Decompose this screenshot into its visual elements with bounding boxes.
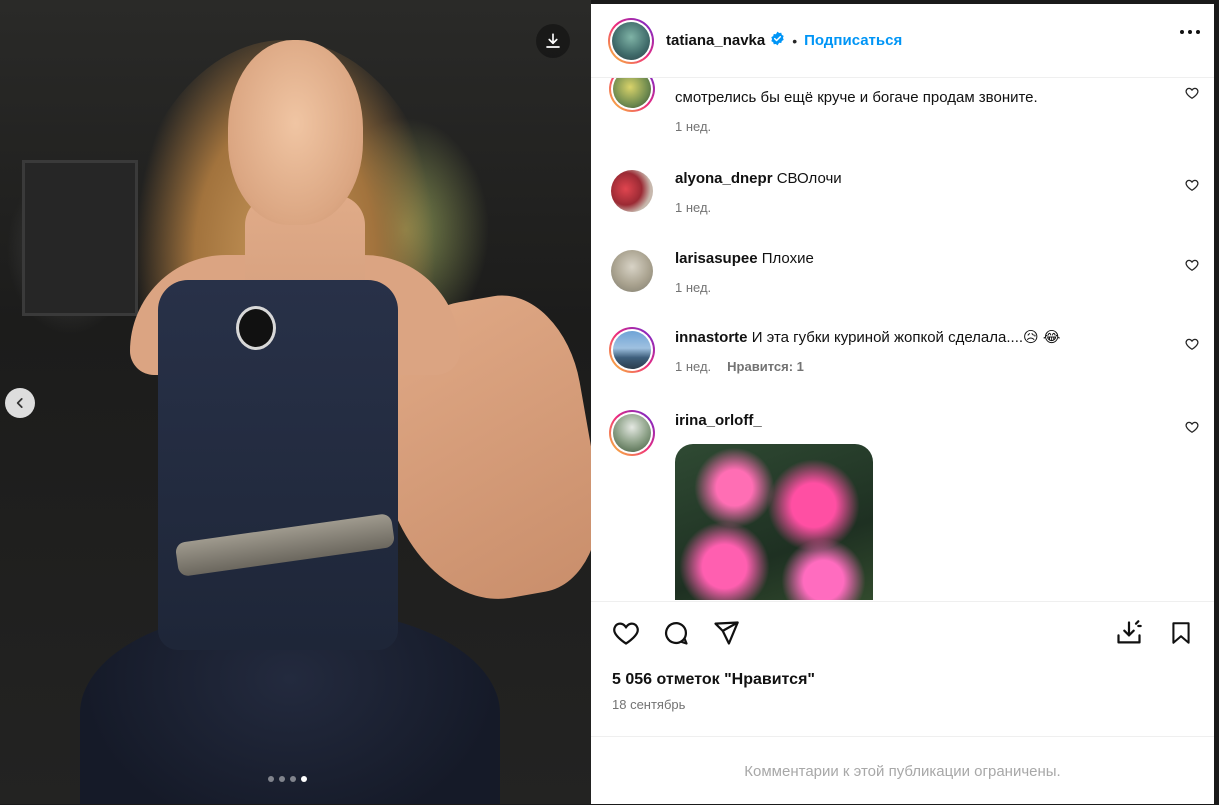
comment-text: Плохие: [761, 250, 814, 267]
chevron-left-icon: [16, 398, 23, 408]
share-button[interactable]: [711, 618, 741, 648]
post-photo[interactable]: [0, 0, 591, 804]
comment-username[interactable]: innastorte: [675, 329, 748, 346]
comment-time: 1 нед.: [675, 200, 712, 215]
comments-limited-notice: Комментарии к этой публикации ограничены…: [591, 736, 1214, 805]
post-actions: 5 056 отметок "Нравится" 18 сентябрь: [591, 601, 1214, 742]
comment-like-icon[interactable]: [1185, 337, 1199, 351]
comment-like-icon[interactable]: [1185, 258, 1199, 272]
comment-avatar[interactable]: [609, 78, 655, 112]
comment-username[interactable]: alyona_dnepr: [675, 170, 773, 187]
download-button[interactable]: [536, 24, 570, 58]
more-horizontal-icon: [1180, 30, 1184, 34]
photo-dress-top: [158, 280, 398, 650]
post-date[interactable]: 18 сентябрь: [612, 697, 685, 712]
verified-badge-icon: [770, 31, 785, 51]
comment-attached-image[interactable]: [675, 444, 873, 600]
save-download-icon: [1117, 620, 1142, 644]
likes-count[interactable]: 5 056 отметок "Нравится": [612, 671, 815, 689]
comment-button[interactable]: [661, 618, 691, 648]
comment-username[interactable]: irina_orloff_: [675, 412, 762, 429]
post-side-panel: tatiana_navka • Подписаться смотрелись б…: [591, 4, 1214, 804]
carousel-indicator: [268, 776, 307, 782]
comment-time: 1 нед.: [675, 359, 712, 374]
comment-like-icon[interactable]: [1185, 420, 1199, 434]
photo-face: [228, 40, 363, 225]
comment-avatar[interactable]: [609, 248, 655, 294]
like-button[interactable]: [611, 618, 641, 648]
carousel-prev-button[interactable]: [5, 388, 35, 418]
comment-text: СВОлочи: [776, 170, 842, 187]
comment-text: И эта губки куриной жопкой сделала....😥 …: [751, 329, 1061, 346]
bookmark-button[interactable]: [1166, 618, 1196, 648]
heart-icon: [613, 622, 639, 645]
comment-time: 1 нед.: [675, 119, 712, 134]
comment-like-icon[interactable]: [1185, 178, 1199, 192]
download-icon: [546, 33, 560, 48]
follow-button[interactable]: Подписаться: [804, 32, 902, 49]
post-header: tatiana_navka • Подписаться: [591, 4, 1214, 78]
author-username[interactable]: tatiana_navka: [666, 32, 765, 49]
carousel-dot: [268, 776, 274, 782]
send-icon: [714, 621, 739, 645]
comment-like-icon[interactable]: [1185, 86, 1199, 100]
carousel-dot: [279, 776, 285, 782]
comment-time: 1 нед.: [675, 280, 712, 295]
comments-list[interactable]: смотрелись бы ещё круче и богаче продам …: [591, 78, 1214, 600]
more-options-button[interactable]: [1180, 30, 1200, 34]
comment-avatar[interactable]: [609, 410, 655, 456]
comment-username[interactable]: larisasupee: [675, 250, 758, 267]
comment-user-truncated: [675, 78, 1165, 87]
header-separator: •: [792, 32, 798, 49]
comment-likes-count[interactable]: Нравится: 1: [727, 356, 804, 377]
author-avatar[interactable]: [608, 17, 654, 64]
comment-avatar[interactable]: [609, 327, 655, 373]
save-download-button[interactable]: [1114, 618, 1144, 648]
photo-pendant: [236, 306, 276, 350]
carousel-dot: [290, 776, 296, 782]
carousel-dot-active: [301, 776, 307, 782]
bookmark-icon: [1172, 622, 1190, 644]
comment-icon: [664, 622, 688, 645]
comment-avatar[interactable]: [609, 168, 655, 214]
comment-text: смотрелись бы ещё круче и богаче продам …: [675, 89, 1038, 106]
